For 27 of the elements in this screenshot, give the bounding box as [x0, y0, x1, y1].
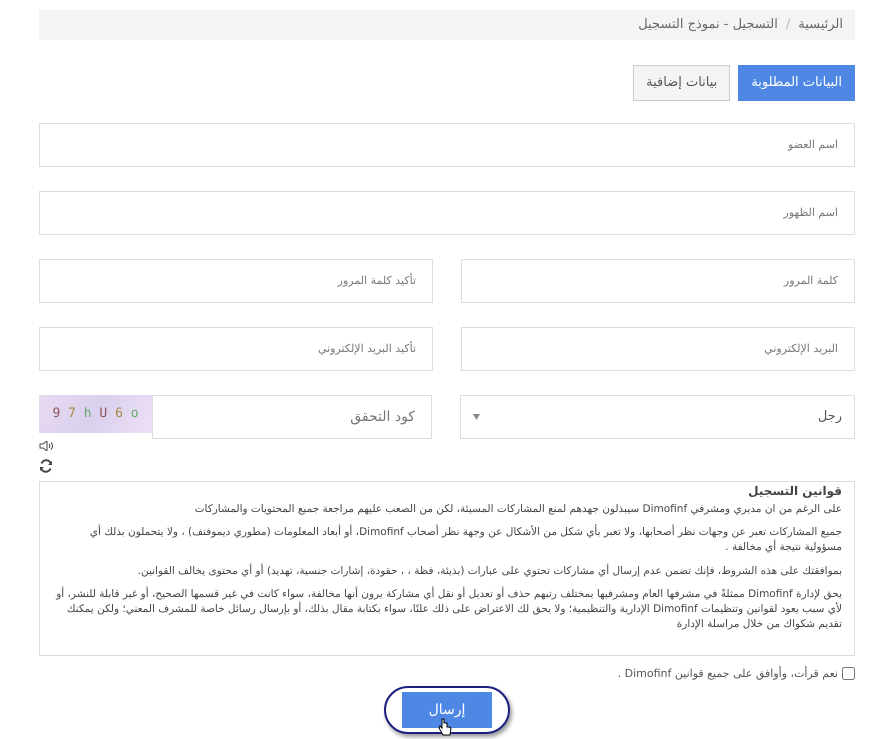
- text-field[interactable]: تأكيد كلمة المرور: [39, 259, 433, 303]
- text-field[interactable]: كلمة المرور: [461, 259, 855, 303]
- rules-paragraph: جميع المشاركات تعبر عن وجهات نظر أصحابها، ولا تعبر بأي شكل من الأشكال عن وجهة نظر أصحاب Dimofinf، أو أبعاد المعلومات (مطوري ديموفنف) ، ولا يتحملون بذلك أي مسؤولية نتيجة أي مخالفة .: [88, 525, 842, 556]
- caret-icon: [473, 414, 480, 420]
- gender-select[interactable]: رجل: [460, 395, 855, 439]
- rules-paragraph: بموافقتك على هذه الشروط، فإنك تضمن عدم إرسال أي مشاركات تحتوي على عبارات (بذيئة، فظة ، ، حقودة، إشارات جنسية، تهديد) أو أي محتوى يخالف القوانين.: [136, 564, 842, 579]
- refresh-icon[interactable]: [39, 459, 53, 473]
- rules-paragraph: على الرغم من ان مديري ومشرفي Dimofinf سيبذلون جهدهم لمنع المشاركات المسيئة، لكن من الصعب عليهم مراجعة جميع المحتويات والمشاركات: [194, 502, 842, 517]
- rules-title: قوانين التسجيل: [747, 483, 842, 500]
- tab[interactable]: البيانات المطلوبة: [738, 65, 855, 101]
- breadcrumb-separator: /: [786, 16, 790, 34]
- speaker-icon[interactable]: [39, 441, 54, 451]
- text-field[interactable]: تأكيد البريد الإلكتروني: [39, 327, 433, 371]
- captcha-text: 9 7 h U 6 o: [52, 405, 139, 424]
- submit-button[interactable]: إرسال: [402, 692, 492, 728]
- rules-paragraph: يحق لإدارة Dimofinf ممثلةً في مشرفها العام ومشرفيها بمختلف رتبهم حذف أو تعديل أو نقل أي مشاركة يرون أنها مخالفة، سواء كانت في غير قسمها الصحيح، أو غير قابلة للنشر، أو لأي سبب يعود لقوانين وتنظيمات Dimofinf الإدارية والتنظيمية؛ ولا يحق لك الاعتراض على ذلك علنًا، سواء بكتابة مقال بذلك، أو بإرسال رسائل خاصة للمشرف المعني؛ ولكن يمكنك تقديم شكواك من خلال مراسلة الإدارة: [54, 586, 842, 632]
- text-field[interactable]: اسم الظهور: [39, 191, 855, 235]
- breadcrumb-current: التسجيل - نموذج التسجيل: [638, 16, 778, 34]
- hand-cursor-icon: [438, 718, 452, 736]
- captcha-field[interactable]: كود التحقق: [152, 395, 432, 439]
- agree-label: نعم قرأت، وأوافق على جميع قوانين Dimofinf .: [618, 666, 838, 682]
- agree-checkbox[interactable]: [842, 667, 855, 680]
- text-field[interactable]: اسم العضو: [39, 123, 855, 167]
- tab[interactable]: بيانات إضافية: [633, 65, 730, 101]
- breadcrumb-link[interactable]: الرئيسية: [798, 15, 843, 35]
- text-field[interactable]: البريد الإلكتروني: [461, 327, 855, 371]
- select-value: رجل: [818, 408, 842, 426]
